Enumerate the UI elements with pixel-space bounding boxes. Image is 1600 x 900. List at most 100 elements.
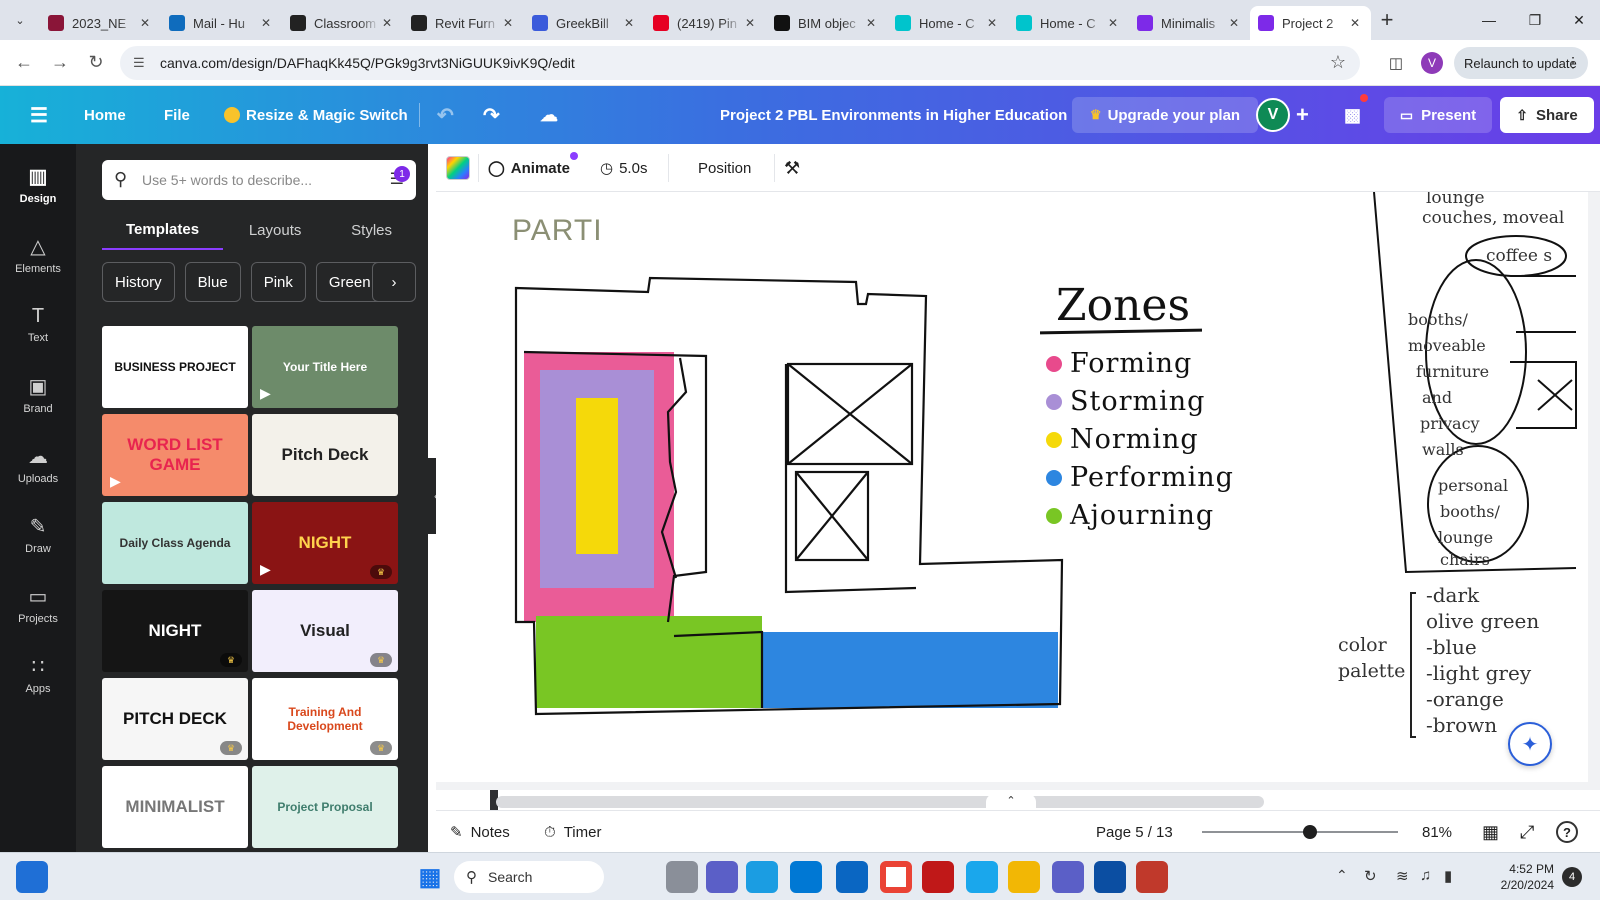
taskbar-clock[interactable]: 4:52 PM 2/20/2024 bbox=[1474, 861, 1554, 893]
duration-button[interactable]: ◷ 5.0s bbox=[600, 144, 647, 192]
file-menu-button[interactable]: File bbox=[164, 86, 190, 144]
restore-button[interactable]: ❐ bbox=[1512, 0, 1558, 40]
menu-button[interactable]: ☰ bbox=[30, 86, 48, 144]
template-card[interactable]: NIGHT ♛ bbox=[102, 590, 248, 672]
animate-button[interactable]: ◯ Animate bbox=[488, 144, 578, 192]
color-palette-label[interactable]: color palette bbox=[1338, 632, 1405, 684]
close-tab-icon[interactable]: ✕ bbox=[1226, 16, 1242, 30]
chip-history[interactable]: History bbox=[102, 262, 175, 302]
zoom-slider[interactable] bbox=[1202, 825, 1398, 839]
handwritten-note[interactable]: lounge bbox=[1426, 192, 1485, 208]
canvas-vertical-scrollbar[interactable] bbox=[1590, 192, 1600, 790]
close-tab-icon[interactable]: ✕ bbox=[742, 16, 758, 30]
handwritten-note[interactable]: walls bbox=[1422, 440, 1464, 459]
close-tab-icon[interactable]: ✕ bbox=[863, 16, 879, 30]
grid-view-button[interactable]: ▦ bbox=[1482, 811, 1499, 853]
resize-magic-switch-button[interactable]: Resize & Magic Switch bbox=[224, 86, 408, 144]
zone-legend-item[interactable]: Forming bbox=[1046, 348, 1192, 379]
zone-legend-item[interactable]: Norming bbox=[1046, 424, 1199, 455]
sync-icon[interactable]: ↻ bbox=[1364, 867, 1377, 885]
show-hidden-icons-button[interactable]: ⌃ bbox=[1336, 867, 1348, 884]
zone-legend-item[interactable]: Performing bbox=[1046, 462, 1234, 493]
close-tab-icon[interactable]: ✕ bbox=[379, 16, 395, 30]
copy-style-button[interactable]: ⚒ bbox=[784, 144, 800, 192]
taskbar-search-box[interactable]: ⚲ Search bbox=[454, 861, 604, 893]
handwritten-note[interactable]: booths/ bbox=[1408, 310, 1468, 329]
undo-button[interactable]: ↶ bbox=[437, 86, 454, 144]
browser-tab[interactable]: Minimalis ✕ bbox=[1129, 6, 1250, 40]
zone-legend-item[interactable]: Ajourning bbox=[1046, 500, 1214, 531]
cloud-saved-icon[interactable]: ☁ bbox=[540, 86, 558, 144]
add-people-button[interactable]: + bbox=[1296, 86, 1309, 144]
share-button[interactable]: ⇧ Share bbox=[1500, 97, 1594, 133]
zoom-level-button[interactable]: 81% bbox=[1422, 811, 1452, 853]
present-button[interactable]: ▭ Present bbox=[1384, 97, 1492, 133]
user-avatar[interactable]: V bbox=[1256, 98, 1290, 132]
close-tab-icon[interactable]: ✕ bbox=[137, 16, 153, 30]
fullscreen-button[interactable]: ⤢ bbox=[1520, 811, 1534, 853]
canvas-area[interactable]: PARTI Zones Forming Storming Norming Per… bbox=[436, 192, 1600, 790]
browser-tab[interactable]: Revit Furn ✕ bbox=[403, 6, 524, 40]
teams-icon[interactable] bbox=[1052, 861, 1084, 893]
notification-count-badge[interactable]: 4 bbox=[1562, 867, 1582, 887]
back-button[interactable]: ← bbox=[6, 45, 42, 81]
winrar-icon[interactable] bbox=[1136, 861, 1168, 893]
browser-tab[interactable]: Project 2 ✕ bbox=[1250, 6, 1371, 40]
close-tab-icon[interactable]: ✕ bbox=[1105, 16, 1121, 30]
notes-button[interactable]: ✎ Notes bbox=[450, 811, 510, 853]
browser-tab[interactable]: GreekBill ✕ bbox=[524, 6, 645, 40]
handwritten-note[interactable]: chairs bbox=[1440, 550, 1490, 569]
document-title[interactable]: Project 2 PBL Environments in Higher Edu… bbox=[720, 86, 1067, 144]
page-indicator[interactable]: Page 5 / 13 bbox=[1096, 811, 1173, 853]
chips-next-button[interactable]: › bbox=[372, 262, 416, 302]
rail-item-uploads[interactable]: ☁ Uploads bbox=[0, 432, 76, 496]
template-card[interactable]: Project Proposal bbox=[252, 766, 398, 848]
magic-assistant-button[interactable]: ✦ bbox=[1508, 722, 1552, 766]
show-pages-button[interactable]: ⌃ bbox=[986, 794, 1036, 810]
profile-avatar[interactable]: V bbox=[1421, 52, 1443, 74]
wifi-icon[interactable]: ≋ bbox=[1396, 867, 1409, 885]
template-card[interactable]: Visual ♛ bbox=[252, 590, 398, 672]
handwritten-note[interactable]: booths/ bbox=[1440, 502, 1500, 521]
close-tab-icon[interactable]: ✕ bbox=[500, 16, 516, 30]
reload-button[interactable]: ↻ bbox=[78, 45, 114, 81]
close-tab-icon[interactable]: ✕ bbox=[258, 16, 274, 30]
chip-blue[interactable]: Blue bbox=[184, 262, 241, 302]
rail-item-draw[interactable]: ✎ Draw bbox=[0, 502, 76, 566]
template-card[interactable]: Training And Development ♛ bbox=[252, 678, 398, 760]
zone-legend-item[interactable]: Storming bbox=[1046, 386, 1205, 417]
mcafee-app-icon[interactable] bbox=[836, 861, 868, 893]
color-picker-button[interactable] bbox=[446, 156, 470, 180]
rail-item-brand[interactable]: ▣ Brand bbox=[0, 362, 76, 426]
rail-item-design[interactable]: ▥ Design bbox=[0, 152, 76, 216]
zones-title[interactable]: Zones bbox=[1056, 280, 1190, 331]
template-search-input[interactable]: ⚲ Use 5+ words to describe... ☰ 1 bbox=[102, 160, 416, 200]
revit-icon[interactable] bbox=[1094, 861, 1126, 893]
template-card[interactable]: BUSINESS PROJECT bbox=[102, 326, 248, 408]
tab-search-button[interactable]: ⌄ bbox=[0, 0, 40, 40]
handwritten-note[interactable]: privacy bbox=[1420, 414, 1480, 433]
template-card[interactable]: Daily Class Agenda bbox=[102, 502, 248, 584]
home-button[interactable]: Home bbox=[84, 86, 126, 144]
redo-button[interactable]: ↷ bbox=[483, 86, 500, 144]
help-app-icon[interactable] bbox=[966, 861, 998, 893]
battery-icon[interactable]: ▮ bbox=[1444, 867, 1452, 885]
upgrade-plan-button[interactable]: ♛ Upgrade your plan bbox=[1072, 97, 1258, 133]
help-button[interactable]: ? bbox=[1556, 821, 1578, 843]
task-view-icon[interactable] bbox=[666, 861, 698, 893]
tab-templates[interactable]: Templates bbox=[102, 210, 224, 250]
store-icon[interactable] bbox=[790, 861, 822, 893]
forward-button[interactable]: → bbox=[42, 45, 78, 81]
template-card[interactable]: Your Title Here ▶ bbox=[252, 326, 398, 408]
rail-item-apps[interactable]: ∷ Apps bbox=[0, 642, 76, 706]
timer-button[interactable]: ⏱ Timer bbox=[544, 811, 601, 853]
zoom-slider-handle[interactable] bbox=[1302, 825, 1317, 839]
close-tab-icon[interactable]: ✕ bbox=[621, 16, 637, 30]
browser-tab[interactable]: BIM objec ✕ bbox=[766, 6, 887, 40]
position-button[interactable]: Position bbox=[698, 144, 751, 192]
teams-chat-icon[interactable] bbox=[706, 861, 738, 893]
file-explorer-icon[interactable] bbox=[1008, 861, 1040, 893]
side-panel-icon[interactable]: ◫ bbox=[1384, 51, 1408, 75]
close-tab-icon[interactable]: ✕ bbox=[1347, 16, 1363, 30]
handwritten-note[interactable]: furniture bbox=[1416, 362, 1489, 381]
